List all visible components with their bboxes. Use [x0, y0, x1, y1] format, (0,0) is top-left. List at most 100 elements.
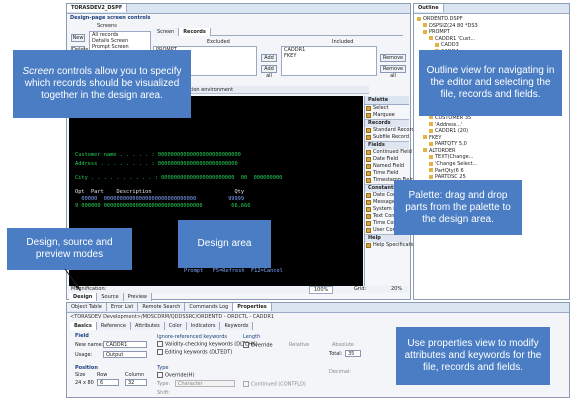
- callout-palette: Palette: drag and drop parts from the pa…: [394, 180, 522, 235]
- palette-item[interactable]: Date Field: [365, 156, 409, 163]
- palette-section[interactable]: Records: [365, 119, 409, 127]
- palette-item[interactable]: Continued Field: [365, 149, 412, 156]
- tab-records[interactable]: Records: [179, 28, 211, 36]
- callout-screen-controls: Screen controls allow you to specify whi…: [13, 50, 191, 118]
- outline-item[interactable]: 'Change Select...: [417, 161, 569, 168]
- position-group-title: Position: [75, 365, 98, 371]
- add-button[interactable]: Add: [261, 54, 277, 62]
- design-prompt-line: Prompt F5=Refresh F12=Cancel: [184, 268, 283, 274]
- zoom-right: 20%: [391, 286, 403, 292]
- editor-tab[interactable]: TORASDEV2_DSPF: [67, 4, 128, 12]
- view-tab-remote-search[interactable]: Remote Search: [138, 303, 186, 311]
- palette-item[interactable]: Time Field: [365, 170, 409, 177]
- outline-item[interactable]: PROMPT: [417, 29, 569, 36]
- total-field[interactable]: 35: [345, 350, 361, 357]
- row-label: Row: [97, 372, 108, 378]
- palette-item[interactable]: Subfile Record: [365, 134, 409, 141]
- view-tab-properties[interactable]: Properties: [233, 303, 272, 311]
- palette-item[interactable]: Named Field: [365, 163, 409, 170]
- editing-label: Editing keywords (DLTEDT): [165, 349, 233, 356]
- design-line-2: Address . . . . . . . . : 00000000000000…: [75, 161, 238, 167]
- outline-item[interactable]: CADDR1 (20): [417, 128, 569, 135]
- grid-label: Grid:: [354, 286, 367, 292]
- relative-radio[interactable]: Relative: [289, 342, 309, 348]
- design-header: Opt Part Description Qty: [75, 189, 245, 195]
- included-list[interactable]: CADDR1 FKEY: [281, 46, 377, 76]
- override-checkbox[interactable]: Override: [243, 342, 273, 349]
- outline-item[interactable]: CADD3: [417, 42, 569, 49]
- palette-section[interactable]: Fields: [365, 141, 409, 149]
- outline-item[interactable]: ALTORDER: [417, 148, 569, 155]
- view-tab-error-list[interactable]: Error List: [106, 303, 139, 311]
- tab-preview[interactable]: Preview: [123, 293, 153, 301]
- tab-screen[interactable]: Screen: [153, 28, 180, 36]
- type-group-title: Type: [157, 365, 169, 371]
- absolute-radio[interactable]: Absolute: [332, 342, 354, 348]
- section-title: Design-page screen controls: [70, 15, 151, 21]
- continued-checkbox[interactable]: Continued (CONTFLD): [243, 381, 306, 388]
- usage-label: Usage:: [75, 352, 93, 358]
- type-label: Type:: [157, 381, 171, 387]
- properties-view-tabs: Object Table Error List Remote Search Comma…: [67, 303, 569, 313]
- zoom-select[interactable]: 100%: [309, 286, 334, 294]
- size-value: 24 x 80: [75, 380, 94, 386]
- excluded-header: Excluded: [207, 39, 230, 45]
- type-override-label: Override(H): [165, 372, 195, 379]
- palette-item[interactable]: Standard Record: [365, 127, 415, 134]
- shift-label: Shift:: [157, 390, 171, 396]
- ignore-group-title: Ignore-referenced keywords: [157, 334, 227, 340]
- design-row-1: 00000 00000000000000000000000000000 9999…: [75, 196, 245, 202]
- callout-screen-em: Screen: [22, 66, 55, 77]
- modes-arrow: [64, 268, 81, 291]
- field-group-title: Field: [75, 333, 89, 339]
- column-field[interactable]: 32: [125, 379, 147, 386]
- zoom-toolbar: Magnification: 100% Grid: 20%: [69, 286, 409, 294]
- remove-all-button[interactable]: Remove all: [380, 65, 406, 79]
- palette-item[interactable]: Marquee: [365, 112, 409, 119]
- outline-item[interactable]: DSPSIZ(24 80 *DS3: [417, 23, 569, 30]
- override-label: Override: [251, 342, 273, 349]
- outline-item[interactable]: TEXT(Change...: [417, 154, 569, 161]
- outline-item[interactable]: PartQty(6 6: [417, 168, 569, 175]
- outline-item[interactable]: FKEY: [417, 135, 569, 142]
- editor-tabbar: TORASDEV2_DSPF: [67, 4, 410, 14]
- outline-tab[interactable]: Outline: [414, 4, 444, 12]
- row-field[interactable]: 6: [97, 379, 119, 386]
- palette-item[interactable]: Select: [365, 105, 409, 112]
- callout-properties: Use properties view to modify attributes…: [396, 327, 550, 385]
- included-item[interactable]: FKEY: [282, 53, 376, 59]
- outline-item[interactable]: CADDR1 'Cust...: [417, 36, 569, 43]
- mode-tabs: Design Source Preview: [69, 293, 189, 301]
- view-tab-object-table[interactable]: Object Table: [67, 303, 107, 311]
- editing-checkbox[interactable]: Editing keywords (DLTEDT): [157, 349, 232, 356]
- new-screen-button[interactable]: New: [71, 34, 85, 42]
- prop-tab-basics[interactable]: Basics: [70, 322, 97, 330]
- prop-tab-keywords[interactable]: Keywords: [220, 322, 254, 330]
- prop-tab-indicators[interactable]: Indicators: [186, 322, 221, 330]
- outline-item[interactable]: 'Address...': [417, 122, 569, 129]
- prop-tab-reference[interactable]: Reference: [96, 322, 132, 330]
- included-header: Included: [332, 39, 354, 45]
- total-label: Total:: [329, 351, 343, 357]
- prop-tab-color[interactable]: Color: [164, 322, 187, 330]
- outline-item[interactable]: PARTQTY 5,0: [417, 141, 569, 148]
- palette-item[interactable]: Help Specification: [365, 242, 418, 249]
- properties-path: <TORASDEV Development>/MDSCDRM/QDDSSRC/O…: [70, 314, 275, 320]
- length-group-title: Length: [243, 334, 261, 340]
- type-select[interactable]: Character: [175, 380, 235, 387]
- new-name-field[interactable]: CADDR1: [103, 341, 147, 348]
- usage-select[interactable]: Output: [103, 351, 147, 358]
- callout-outline-view: Outline view for navigating in the edito…: [419, 50, 562, 116]
- outline-item[interactable]: ORDENTD.DSPF: [417, 16, 569, 23]
- tab-source[interactable]: Source: [97, 293, 124, 301]
- palette-section[interactable]: Help: [365, 234, 409, 242]
- prop-tab-attributes[interactable]: Attributes: [131, 322, 165, 330]
- type-override-checkbox[interactable]: Override(H): [157, 372, 194, 379]
- add-all-button[interactable]: Add all: [261, 65, 277, 79]
- size-label: Size: [75, 372, 86, 378]
- remove-button[interactable]: Remove: [380, 54, 406, 62]
- callout-screen-controls-text: Screen controls allow you to specify whi…: [18, 66, 186, 102]
- column-label: Column: [125, 372, 145, 378]
- outline-view: Outline ORDENTD.DSPF DSPSIZ(24 80 *DS3 PRO…: [413, 3, 570, 300]
- view-tab-commands-log[interactable]: Commands Log: [185, 303, 234, 311]
